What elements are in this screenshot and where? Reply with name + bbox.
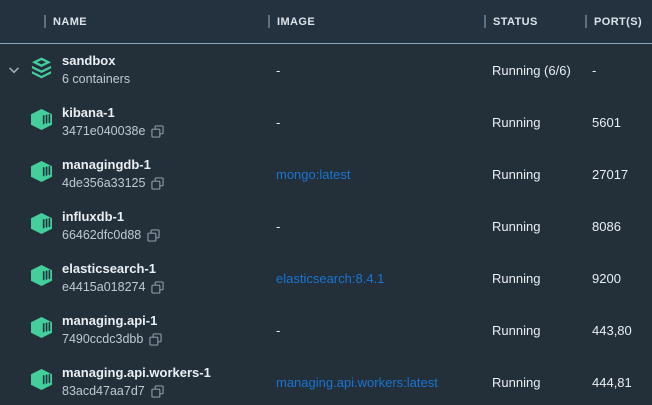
container-icon xyxy=(30,317,53,343)
compose-layers-icon xyxy=(30,57,53,84)
container-row[interactable]: sandbox 6 containers - Running (6/6) - xyxy=(0,44,652,96)
copy-icon[interactable] xyxy=(151,385,164,398)
column-header-label[interactable]: IMAGE xyxy=(277,16,315,28)
image-cell: - xyxy=(268,323,484,338)
container-row[interactable]: managing.api-1 7490ccdc3dbb - Running 44… xyxy=(0,304,652,356)
table-header: NAME IMAGE STATUS PORT(S) xyxy=(0,0,652,44)
status-cell: Running xyxy=(484,271,585,286)
container-name: sandbox xyxy=(62,52,268,70)
name-cell: influxdb-1 66462dfc0d88 xyxy=(56,208,268,244)
icon-cell xyxy=(28,213,56,239)
container-row[interactable]: kibana-1 3471e040038e - Running 5601 xyxy=(0,96,652,148)
ports-cell: 9200 xyxy=(585,271,652,286)
ports-cell: 5601 xyxy=(585,115,652,130)
status-cell: Running xyxy=(484,323,585,338)
container-id: 4de356a33125 xyxy=(62,174,145,192)
image-link[interactable]: managing.api.workers:latest xyxy=(276,375,438,390)
status-cell: Running xyxy=(484,375,585,390)
column-separator xyxy=(585,15,587,28)
image-cell: managing.api.workers:latest xyxy=(268,375,484,390)
copy-icon[interactable] xyxy=(151,125,164,138)
column-separator xyxy=(268,15,270,28)
image-value: - xyxy=(276,63,280,78)
column-header-label[interactable]: NAME xyxy=(53,16,87,28)
image-cell: elasticsearch:8.4.1 xyxy=(268,271,484,286)
container-name: managing.api.workers-1 xyxy=(62,364,268,382)
status-cell: Running (6/6) xyxy=(484,63,585,78)
copy-icon[interactable] xyxy=(147,229,160,242)
column-separator xyxy=(484,15,486,28)
container-id: e4415a018274 xyxy=(62,278,145,296)
container-icon xyxy=(30,369,53,395)
name-cell: sandbox 6 containers xyxy=(56,52,268,88)
column-header-ports: PORT(S) xyxy=(585,15,652,28)
column-header-image: IMAGE xyxy=(268,15,484,28)
column-header-label[interactable]: STATUS xyxy=(493,16,538,28)
copy-icon[interactable] xyxy=(149,333,162,346)
ports-cell: 8086 xyxy=(585,219,652,234)
container-row[interactable]: elasticsearch-1 e4415a018274 elasticsear… xyxy=(0,252,652,304)
container-id: 3471e040038e xyxy=(62,122,145,140)
name-cell: kibana-1 3471e040038e xyxy=(56,104,268,140)
container-id: 66462dfc0d88 xyxy=(62,226,141,244)
container-name: influxdb-1 xyxy=(62,208,268,226)
image-cell: - xyxy=(268,63,484,78)
container-id: 7490ccdc3dbb xyxy=(62,330,143,348)
name-cell: managing.api-1 7490ccdc3dbb xyxy=(56,312,268,348)
icon-cell xyxy=(28,317,56,343)
name-cell: managingdb-1 4de356a33125 xyxy=(56,156,268,192)
copy-icon[interactable] xyxy=(151,177,164,190)
container-row[interactable]: managing.api.workers-1 83acd47aa7d7 mana… xyxy=(0,356,652,405)
name-cell: managing.api.workers-1 83acd47aa7d7 xyxy=(56,364,268,400)
image-link[interactable]: elasticsearch:8.4.1 xyxy=(276,271,384,286)
container-icon xyxy=(30,213,53,239)
container-icon xyxy=(30,265,53,291)
image-value: - xyxy=(276,115,280,130)
ports-cell: 443,80 xyxy=(585,323,652,338)
image-link[interactable]: mongo:latest xyxy=(276,167,350,182)
chevron-down-icon[interactable] xyxy=(9,61,19,79)
name-cell: elasticsearch-1 e4415a018274 xyxy=(56,260,268,296)
ports-cell: 27017 xyxy=(585,167,652,182)
container-name: elasticsearch-1 xyxy=(62,260,268,278)
containers-table: NAME IMAGE STATUS PORT(S) xyxy=(0,0,652,405)
image-cell: - xyxy=(268,115,484,130)
column-separator xyxy=(44,15,46,28)
image-value: - xyxy=(276,219,280,234)
container-icon xyxy=(30,109,53,135)
icon-cell xyxy=(28,369,56,395)
ports-cell: - xyxy=(585,63,652,78)
icon-cell xyxy=(28,109,56,135)
copy-icon[interactable] xyxy=(151,281,164,294)
container-icon xyxy=(30,161,53,187)
table-body: sandbox 6 containers - Running (6/6) - xyxy=(0,44,652,405)
expand-cell xyxy=(0,61,28,79)
container-name: managingdb-1 xyxy=(62,156,268,174)
column-header-label[interactable]: PORT(S) xyxy=(594,16,642,28)
image-cell: - xyxy=(268,219,484,234)
status-cell: Running xyxy=(484,219,585,234)
container-id: 6 containers xyxy=(62,70,130,88)
image-cell: mongo:latest xyxy=(268,167,484,182)
image-value: - xyxy=(276,323,280,338)
container-row[interactable]: influxdb-1 66462dfc0d88 - Running 8086 xyxy=(0,200,652,252)
status-cell: Running xyxy=(484,167,585,182)
column-header-status: STATUS xyxy=(484,15,585,28)
icon-cell xyxy=(28,161,56,187)
status-cell: Running xyxy=(484,115,585,130)
container-row[interactable]: managingdb-1 4de356a33125 mongo:latest R… xyxy=(0,148,652,200)
icon-cell xyxy=(28,57,56,84)
container-name: managing.api-1 xyxy=(62,312,268,330)
container-name: kibana-1 xyxy=(62,104,268,122)
container-id: 83acd47aa7d7 xyxy=(62,382,145,400)
ports-cell: 444,81 xyxy=(585,375,652,390)
icon-cell xyxy=(28,265,56,291)
column-header-name: NAME xyxy=(44,15,268,28)
